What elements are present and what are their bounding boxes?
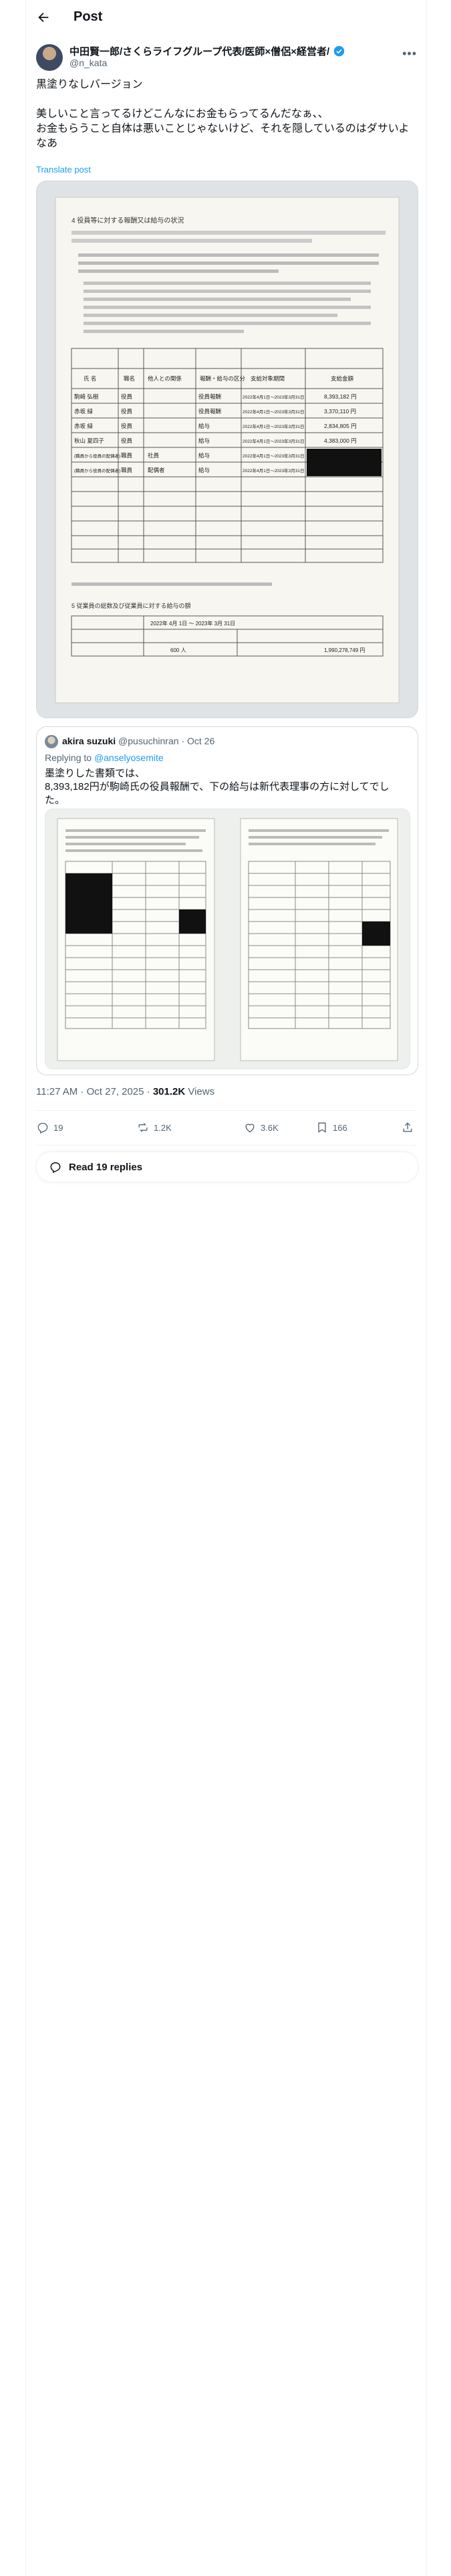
employee-count: 600 人	[170, 647, 186, 653]
row-period: 2022年4月1日〜2023年3月31日	[243, 467, 305, 473]
author-name[interactable]: 中田賢一郎/さくらライフグループ代表/医師×僧侶×経営者/	[69, 46, 329, 58]
like-count: 3.6K	[261, 1122, 279, 1133]
bookmark-count: 166	[333, 1122, 347, 1133]
heart-icon	[245, 1123, 255, 1133]
row-title: 役員	[121, 393, 133, 400]
quote-author: akira suzuki @pusuchinran · Oct 26	[62, 736, 214, 746]
share-button[interactable]	[401, 1121, 418, 1134]
th-period: 支給対象期間	[251, 375, 285, 382]
row-title: 役員	[121, 437, 133, 444]
read-replies-button[interactable]: Read 19 replies	[36, 1152, 418, 1182]
repost-count: 1.2K	[154, 1122, 172, 1133]
post-author: 中田賢一郎/さくらライフグループ代表/医師×僧侶×経営者/ @n_kata ••…	[36, 43, 417, 72]
quote-separator: ·	[181, 736, 187, 746]
row-relation: 配偶者	[148, 467, 165, 473]
views-label: Views	[185, 1086, 215, 1097]
reply-count: 19	[53, 1122, 63, 1133]
replying-prefix: Replying to	[45, 752, 94, 763]
row-title: 職員	[121, 467, 133, 473]
row-relation: 社員	[148, 452, 160, 459]
reply-icon	[37, 1123, 48, 1134]
row-amount: 3,370,110 円	[324, 408, 356, 415]
row-type: 給与	[198, 437, 210, 444]
fiscal-year: 2022年 4月 1日 〜 2023年 3月 31日	[150, 620, 235, 627]
bookmark-icon	[318, 1122, 326, 1133]
row-name: 駒崎 弘樹	[74, 393, 99, 400]
row-period: 2022年4月1日〜2023年3月31日	[243, 423, 305, 429]
quote-image	[45, 809, 410, 1069]
like-button[interactable]: 3.6K	[243, 1121, 279, 1134]
post-text: 黒塗りなしバージョン 美しいこと言ってるけどこんなにお金もらってるんだなぁ、、 …	[36, 78, 417, 151]
post-line: 黒塗りなしバージョン	[36, 79, 143, 90]
author-name-row[interactable]: 中田賢一郎/さくらライフグループ代表/医師×僧侶×経営者/	[69, 44, 345, 60]
doc-heading: 4 役員等に対する報酬又は給与の状況	[71, 216, 184, 225]
author-avatar[interactable]	[36, 44, 63, 71]
reply-button[interactable]: 19	[36, 1121, 63, 1134]
views-count: 301.2K	[152, 1086, 186, 1097]
row-name: 赤坂 緑	[74, 423, 93, 429]
read-replies-label: Read 19 replies	[69, 1161, 143, 1173]
more-options-icon[interactable]: •••	[402, 47, 417, 61]
replying-to: Replying to @anselyosemite	[45, 752, 164, 763]
row-type: 役員報酬	[198, 408, 221, 415]
row-period: 2022年4月1日〜2023年3月31日	[243, 453, 305, 459]
quote-author-name: akira suzuki	[62, 736, 116, 746]
row-period: 2022年4月1日〜2023年3月31日	[243, 409, 305, 415]
translate-post-link[interactable]: Translate post	[36, 165, 91, 175]
repost-button[interactable]: 1.2K	[136, 1121, 172, 1134]
th-type: 報酬・給与の区分	[200, 375, 246, 382]
row-name: (職員から役員の配偶者)	[74, 453, 120, 459]
verified-badge-icon	[333, 45, 345, 60]
row-name: 赤坂 緑	[74, 408, 93, 415]
total-section-heading: 5 従業員の総数及び従業員に対する給与の額	[71, 602, 191, 609]
total-salary: 1,990,278,749 円	[324, 647, 365, 653]
row-amount: 8,393,182 円	[324, 393, 357, 400]
row-title: 役員	[121, 408, 133, 415]
post-meta: 11:27 AM · Oct 27, 2025 · 301.2K Views	[36, 1086, 214, 1097]
bookmark-button[interactable]: 166	[315, 1121, 347, 1134]
quoted-post[interactable]: akira suzuki @pusuchinran · Oct 26 Reply…	[36, 726, 418, 1075]
quote-avatar	[45, 735, 58, 748]
row-period: 2022年4月1日〜2023年3月31日	[243, 394, 305, 400]
redaction-block	[307, 449, 382, 476]
quote-handle: @pusuchinran	[118, 736, 179, 746]
replying-to-handle[interactable]: @anselyosemite	[94, 752, 164, 763]
post-line: お金もらうこと自体は悪いことじゃないけど、それを隠しているのはダサいよなあ	[36, 123, 410, 149]
back-arrow-icon[interactable]	[36, 10, 52, 26]
quote-line: 8,393,182円が駒崎氏の役員報酬で、下の給与は新代表理事の方に対してでした…	[45, 781, 390, 806]
quote-text: 墨塗りした書類では、 8,393,182円が駒崎氏の役員報酬で、下の給与は新代表…	[45, 767, 409, 807]
author-handle[interactable]: @n_kata	[69, 58, 107, 68]
divider	[36, 1110, 417, 1111]
row-type: 給与	[198, 423, 210, 429]
repost-icon	[138, 1123, 148, 1132]
quote-line: 墨塗りした書類では、	[45, 768, 146, 779]
th-amount: 支給金額	[331, 375, 354, 382]
row-amount: 2,834,805 円	[324, 423, 357, 429]
share-icon	[403, 1122, 412, 1132]
row-name: (職員から役員の配偶者)	[74, 467, 120, 473]
post-timestamp[interactable]: 11:27 AM · Oct 27, 2025 ·	[36, 1086, 153, 1097]
reply-bubble-icon	[50, 1162, 61, 1174]
row-type: 役員報酬	[198, 393, 221, 400]
post-image[interactable]: 4 役員等に対する報酬又は給与の状況 氏 名 職名 他人との関係 報酬・給与の区…	[36, 181, 418, 718]
row-type: 給与	[198, 452, 210, 459]
divider	[36, 1145, 417, 1146]
row-period: 2022年4月1日〜2023年3月31日	[243, 438, 305, 444]
quote-date: Oct 26	[187, 736, 215, 746]
row-title: 役員	[121, 423, 133, 429]
page-title: Post	[73, 9, 103, 24]
th-relation: 他人との関係	[148, 375, 182, 382]
post-line	[36, 92, 417, 107]
th-title: 職名	[124, 375, 135, 382]
row-amount: 4,383,000 円	[324, 437, 357, 444]
th-name: 氏 名	[84, 375, 96, 382]
row-type: 給与	[198, 467, 210, 473]
row-title: 職員	[121, 452, 133, 459]
action-bar: 19 1.2K 3.6K 166	[36, 1115, 417, 1142]
post-line: 美しいこと言ってるけどこんなにお金もらってるんだなぁ、、	[36, 108, 329, 120]
top-bar: Post	[25, 0, 426, 35]
row-name: 秋山 夏四子	[74, 437, 104, 444]
